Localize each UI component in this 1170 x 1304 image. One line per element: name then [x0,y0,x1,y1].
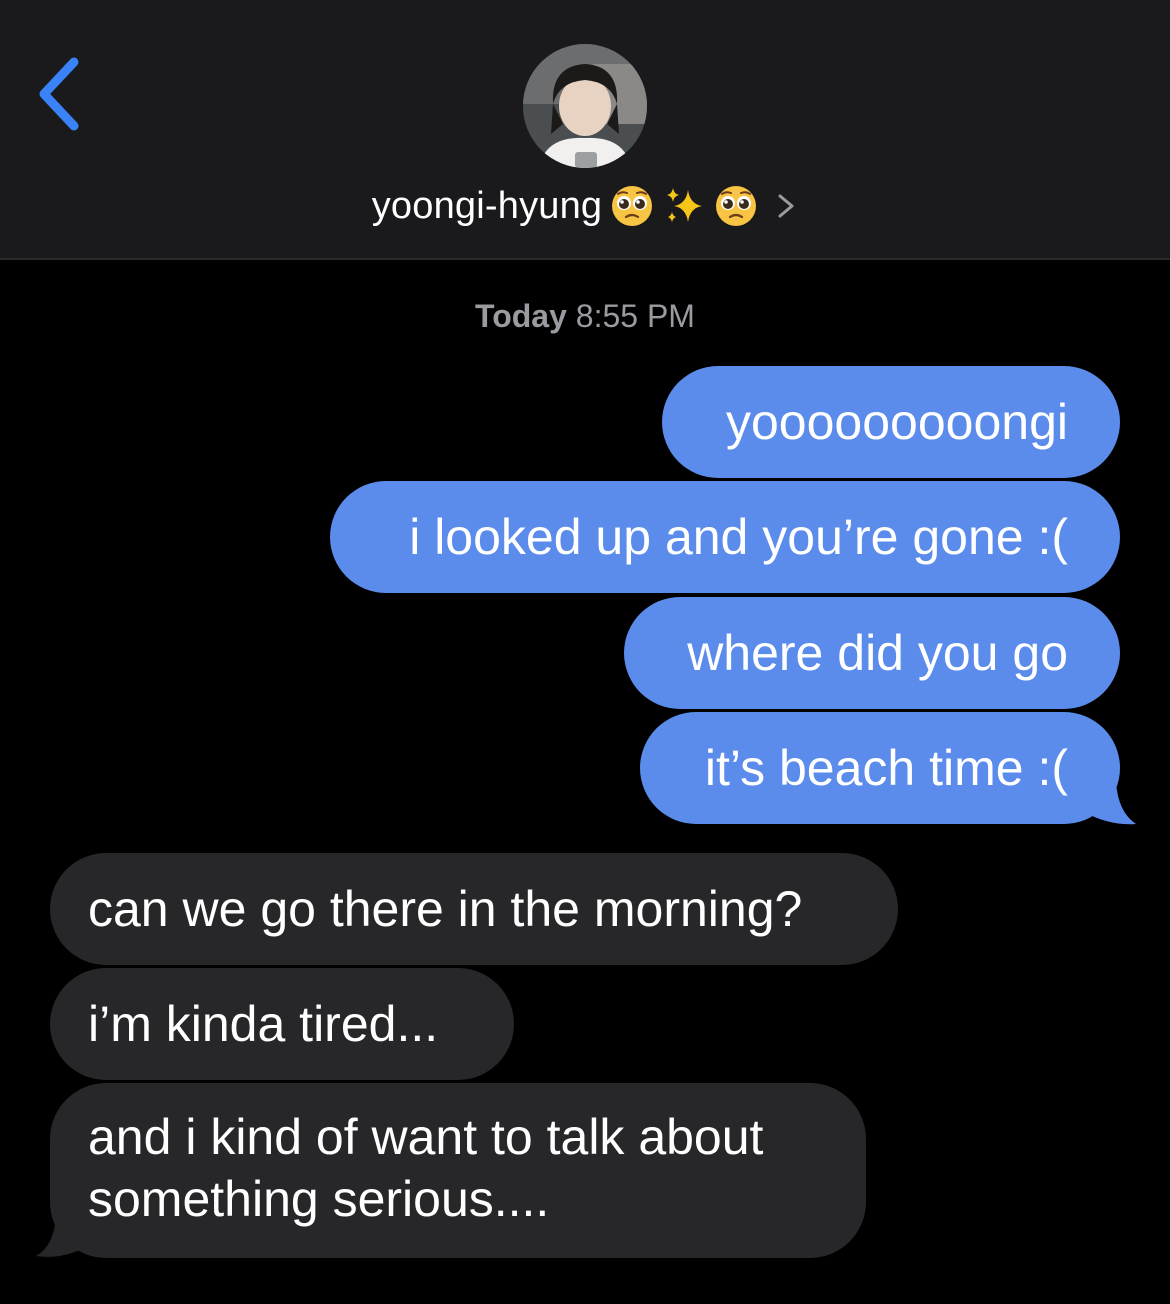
message-text: yooooooooongi [726,394,1068,450]
message-text-line: something serious.... [88,1171,550,1227]
conversation-header: yoongi-hyung [0,0,1170,260]
message-text: i looked up and you’re gone :( [409,509,1068,565]
message-text: where did you go [687,625,1068,681]
sent-message-bubble[interactable]: where did you go [624,597,1120,709]
chevron-left-icon [39,57,79,131]
contact-name: yoongi-hyung [371,184,603,227]
sent-message-bubble[interactable]: i looked up and you’re gone :( [330,481,1120,593]
timestamp-day: Today [475,298,567,334]
message-text: can we go there in the morning? [88,881,803,937]
contact-details-button[interactable]: yoongi-hyung [0,176,1170,236]
message-text-line: and i kind of want to talk about [88,1109,764,1165]
thread-timestamp: Today 8:55 PM [0,298,1170,335]
received-message-bubble[interactable]: and i kind of want to talk about somethi… [50,1083,866,1258]
avatar-photo [523,44,647,168]
pleading-face-emoji-icon [612,186,653,226]
sparkles-emoji-icon [667,188,703,222]
contact-avatar[interactable] [523,44,647,168]
sent-message-bubble[interactable]: yooooooooongi [662,366,1120,478]
received-message-bubble[interactable]: i’m kinda tired... [50,968,514,1080]
received-message-bubble[interactable]: can we go there in the morning? [50,853,898,965]
pleading-face-emoji-icon [716,186,757,226]
message-text: it’s beach time :( [704,740,1068,796]
sent-message-bubble[interactable]: it’s beach time :( [640,712,1120,824]
back-button[interactable] [30,52,90,136]
timestamp-time: 8:55 PM [575,298,695,334]
chevron-right-icon [778,194,794,218]
message-text: i’m kinda tired... [88,996,439,1052]
